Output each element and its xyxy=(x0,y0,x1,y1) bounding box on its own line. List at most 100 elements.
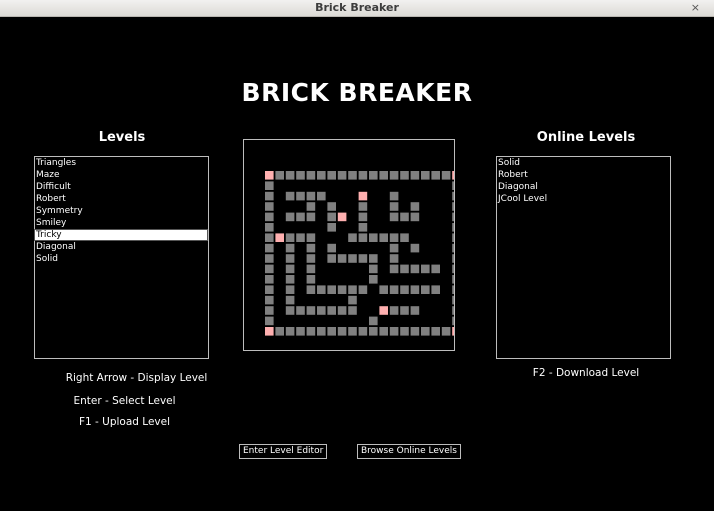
online-levels-list[interactable]: Solid Robert Diagonal JCool Level xyxy=(496,156,671,359)
brick xyxy=(285,233,295,242)
brick xyxy=(306,243,316,253)
brick xyxy=(389,306,399,315)
brick xyxy=(400,264,409,274)
level-item-smiley[interactable]: Smiley xyxy=(35,217,208,229)
brick xyxy=(358,254,368,263)
level-preview xyxy=(243,139,461,351)
brick xyxy=(431,264,440,274)
level-item-tricky[interactable]: Tricky xyxy=(34,229,208,241)
browse-online-button[interactable]: Browse Online Levels xyxy=(357,444,461,459)
brick xyxy=(452,295,461,305)
brick xyxy=(379,171,388,180)
brick xyxy=(389,202,399,211)
brick xyxy=(265,264,274,274)
brick xyxy=(410,285,420,294)
brick xyxy=(327,171,336,180)
close-icon[interactable]: × xyxy=(691,1,700,14)
brick xyxy=(296,327,305,336)
brick xyxy=(410,306,420,315)
brick xyxy=(306,306,316,315)
brick xyxy=(358,223,368,232)
brick xyxy=(296,306,305,315)
brick xyxy=(358,327,368,336)
special-brick xyxy=(379,306,388,315)
levels-list[interactable]: Triangles Maze Difficult Robert Symmetry Smil… xyxy=(34,156,209,359)
brick xyxy=(369,264,378,274)
brick xyxy=(285,243,295,253)
level-item-symmetry[interactable]: Symmetry xyxy=(35,205,208,217)
brick xyxy=(389,285,399,294)
online-level-item-solid[interactable]: Solid xyxy=(497,157,670,169)
brick xyxy=(285,212,295,222)
brick xyxy=(389,212,399,222)
level-item-maze[interactable]: Maze xyxy=(35,169,208,181)
brick xyxy=(400,285,409,294)
brick xyxy=(452,212,461,222)
brick xyxy=(306,212,316,222)
level-item-difficult[interactable]: Difficult xyxy=(35,181,208,193)
brick xyxy=(400,212,409,222)
level-editor-button[interactable]: Enter Level Editor xyxy=(239,444,328,459)
brick xyxy=(265,285,274,294)
brick xyxy=(452,285,461,294)
brick xyxy=(348,295,357,305)
brick xyxy=(296,233,305,242)
brick xyxy=(317,327,326,336)
brick xyxy=(296,191,305,201)
brick xyxy=(421,327,430,336)
brick xyxy=(358,233,368,242)
brick xyxy=(317,191,326,201)
brick xyxy=(348,285,357,294)
brick xyxy=(358,285,368,294)
brick xyxy=(452,275,461,284)
brick xyxy=(285,295,295,305)
brick xyxy=(285,306,295,315)
brick xyxy=(337,327,347,336)
brick xyxy=(337,171,347,180)
brick xyxy=(452,254,461,263)
brick xyxy=(389,191,399,201)
online-level-item-diagonal[interactable]: Diagonal xyxy=(497,181,670,193)
brick xyxy=(296,171,305,180)
brick xyxy=(400,171,409,180)
brick xyxy=(441,327,451,336)
brick xyxy=(285,327,295,336)
brick xyxy=(265,306,274,315)
brick xyxy=(327,254,336,263)
brick xyxy=(379,233,388,242)
level-item-robert[interactable]: Robert xyxy=(35,193,208,205)
brick xyxy=(452,233,461,242)
brick xyxy=(410,264,420,274)
brick xyxy=(369,327,378,336)
special-brick xyxy=(452,171,461,180)
brick xyxy=(431,171,440,180)
brick xyxy=(421,264,430,274)
brick xyxy=(369,233,378,242)
level-item-triangles[interactable]: Triangles xyxy=(35,157,208,169)
brick xyxy=(306,327,316,336)
brick xyxy=(327,306,336,315)
special-brick xyxy=(265,327,274,336)
brick xyxy=(358,212,368,222)
brick xyxy=(306,254,316,263)
level-item-solid[interactable]: Solid xyxy=(35,253,208,265)
brick xyxy=(369,275,378,284)
brick xyxy=(389,171,399,180)
brick xyxy=(452,306,461,315)
online-level-item-robert[interactable]: Robert xyxy=(497,169,670,181)
brick xyxy=(389,254,399,263)
brick xyxy=(265,212,274,222)
brick xyxy=(410,243,420,253)
special-brick xyxy=(452,327,461,336)
brick xyxy=(389,243,399,253)
brick xyxy=(265,275,274,284)
level-item-diagonal[interactable]: Diagonal xyxy=(35,241,208,253)
brick xyxy=(327,202,336,211)
brick xyxy=(306,171,316,180)
brick xyxy=(348,254,357,263)
brick xyxy=(285,285,295,294)
brick xyxy=(265,181,274,190)
special-brick xyxy=(358,191,368,201)
online-level-item-jcool-level[interactable]: JCool Level xyxy=(497,193,670,205)
game-title: BRICK BREAKER xyxy=(241,78,473,107)
